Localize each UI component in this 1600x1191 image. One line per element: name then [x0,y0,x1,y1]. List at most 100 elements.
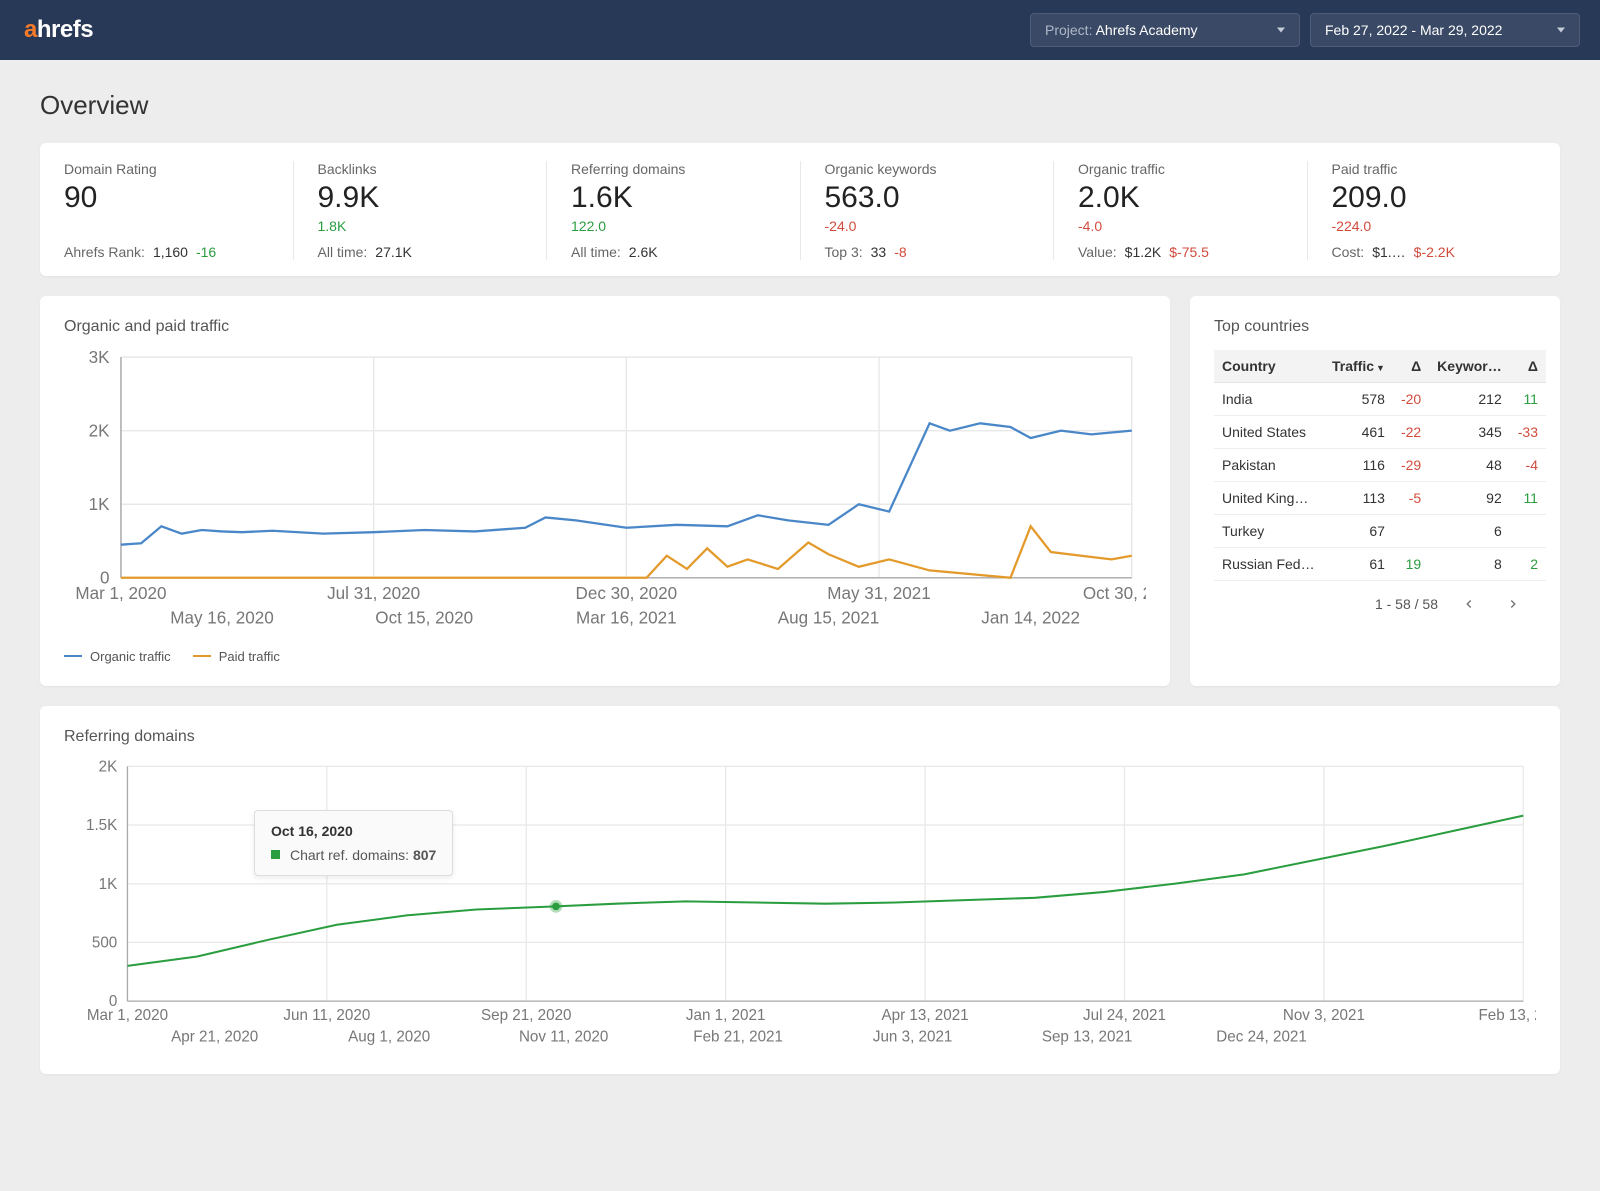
col-delta2[interactable]: Δ [1510,350,1546,383]
metrics-card: Domain Rating90Ahrefs Rank:1,160-16Backl… [40,143,1560,276]
legend-organic: Organic traffic [64,649,171,664]
svg-text:1K: 1K [89,495,110,514]
countries-table: Country Traffic▼ Δ Keywor… Δ India578-20… [1214,350,1546,581]
referring-domains-title: Referring domains [64,728,1536,746]
traffic-chart-title: Organic and paid traffic [64,318,1146,336]
legend-paid: Paid traffic [193,649,280,664]
metric[interactable]: Paid traffic 209.0 -224.0 Cost:$1.…$-2.2K [1308,161,1561,260]
countries-pager: 1 - 58 / 58 [1214,581,1536,617]
table-row[interactable]: India578-2021211 [1214,383,1546,416]
metric-label: Referring domains [571,161,776,177]
table-row[interactable]: Turkey676 [1214,515,1546,548]
app-header: ahrefs Project: Ahrefs Academy Feb 27, 2… [0,0,1600,60]
table-row[interactable]: Pakistan116-2948-4 [1214,449,1546,482]
svg-text:May 16, 2020: May 16, 2020 [170,608,274,627]
tooltip-dot-icon [271,850,280,859]
svg-text:Sep 13, 2021: Sep 13, 2021 [1042,1028,1133,1045]
svg-text:Feb 21, 2021: Feb 21, 2021 [693,1028,783,1045]
page-title: Overview [40,90,1560,121]
svg-text:500: 500 [92,934,117,951]
project-label: Project: [1045,22,1096,38]
metric-change: 122.0 [571,218,776,234]
metric-value: 209.0 [1332,181,1537,214]
metric[interactable]: Organic traffic2.0K-4.0Value:$1.2K$-75.5 [1054,161,1308,260]
svg-text:1.5K: 1.5K [86,817,117,834]
svg-text:Jul 24, 2021: Jul 24, 2021 [1083,1007,1166,1024]
pager-prev-button[interactable] [1456,591,1482,617]
metric-change: 1.8K [318,218,523,234]
col-delta1[interactable]: Δ [1393,350,1429,383]
svg-text:Jan 14, 2022: Jan 14, 2022 [981,608,1080,627]
svg-text:3K: 3K [89,350,110,367]
svg-text:Dec 24, 2021: Dec 24, 2021 [1216,1028,1307,1045]
col-traffic[interactable]: Traffic▼ [1324,350,1393,383]
svg-text:Mar 16, 2021: Mar 16, 2021 [576,608,677,627]
traffic-chart[interactable]: 01K2K3KMar 1, 2020Jul 31, 2020Dec 30, 20… [64,350,1146,635]
metric-value: 9.9K [318,181,523,214]
legend-swatch-paid [193,655,211,657]
chart-tooltip: Oct 16, 2020 Chart ref. domains: 807 [254,810,453,876]
metric[interactable]: Backlinks 9.9K 1.8K All time:27.1K [294,161,548,260]
date-range-selector[interactable]: Feb 27, 2022 - Mar 29, 2022 [1310,13,1580,47]
svg-text:Aug 1, 2020: Aug 1, 2020 [348,1028,430,1045]
svg-text:Jan 1, 2021: Jan 1, 2021 [686,1007,766,1024]
metric-sub: Ahrefs Rank:1,160-16 [64,244,269,260]
metric-value: 2.0K [1078,181,1283,214]
svg-text:2K: 2K [99,760,118,775]
svg-text:Sep 21, 2020: Sep 21, 2020 [481,1007,572,1024]
svg-text:Mar 1, 2020: Mar 1, 2020 [75,584,166,603]
svg-text:Nov 3, 2021: Nov 3, 2021 [1283,1007,1365,1024]
metric-change: -24.0 [825,218,1030,234]
traffic-legend: Organic traffic Paid traffic [64,649,1146,664]
metric-value: 563.0 [825,181,1030,214]
table-row[interactable]: Russian Federa…611982 [1214,548,1546,581]
metric-change: -4.0 [1078,218,1283,234]
metric-label: Organic traffic [1078,161,1283,177]
sort-caret-icon: ▼ [1376,363,1385,373]
pager-next-button[interactable] [1500,591,1526,617]
svg-text:Apr 13, 2021: Apr 13, 2021 [882,1007,969,1024]
svg-text:Aug 15, 2021: Aug 15, 2021 [778,608,880,627]
project-value: Ahrefs Academy [1096,22,1198,38]
metric-label: Paid traffic [1332,161,1537,177]
referring-domains-chart[interactable]: 05001K1.5K2KMar 1, 2020Jun 11, 2020Sep 2… [64,760,1536,1052]
metric-label: Organic keywords [825,161,1030,177]
svg-text:Oct 30, 2021: Oct 30, 2021 [1083,584,1146,603]
ahrefs-logo: ahrefs [24,16,93,44]
top-countries-card: Top countries Country Traffic▼ Δ Keywor…… [1190,296,1560,686]
svg-text:Jun 11, 2020: Jun 11, 2020 [283,1007,370,1024]
metric-change: -224.0 [1332,218,1537,234]
date-range-value: Feb 27, 2022 - Mar 29, 2022 [1325,22,1502,38]
tooltip-date: Oct 16, 2020 [271,823,436,839]
col-country[interactable]: Country [1214,350,1324,383]
metric-value: 90 [64,181,269,214]
svg-text:Oct 15, 2020: Oct 15, 2020 [375,608,473,627]
svg-text:2K: 2K [89,421,110,440]
svg-text:May 31, 2021: May 31, 2021 [827,584,931,603]
metric-label: Backlinks [318,161,523,177]
metric[interactable]: Referring domains 1.6K 122.0 All time:2.6K [547,161,801,260]
traffic-chart-card: Organic and paid traffic 01K2K3KMar 1, 2… [40,296,1170,686]
svg-text:Jul 31, 2020: Jul 31, 2020 [327,584,420,603]
pager-text: 1 - 58 / 58 [1375,596,1438,612]
metric-sub: All time:2.6K [571,244,776,260]
metric-sub: Cost:$1.…$-2.2K [1332,244,1537,260]
table-row[interactable]: United States461-22345-33 [1214,416,1546,449]
project-selector[interactable]: Project: Ahrefs Academy [1030,13,1300,47]
svg-text:Jun 3, 2021: Jun 3, 2021 [873,1028,953,1045]
chevron-right-icon [1506,597,1520,611]
svg-text:Apr 21, 2020: Apr 21, 2020 [171,1028,258,1045]
metric-value: 1.6K [571,181,776,214]
chevron-left-icon [1462,597,1476,611]
logo-accent: a [24,16,37,43]
metric[interactable]: Domain Rating90Ahrefs Rank:1,160-16 [40,161,294,260]
logo-text: hrefs [37,16,93,43]
metric-sub: All time:27.1K [318,244,523,260]
metric[interactable]: Organic keywords563.0-24.0Top 3:33-8 [801,161,1055,260]
svg-text:Mar 1, 2020: Mar 1, 2020 [87,1007,168,1024]
col-keywords[interactable]: Keywor… [1429,350,1510,383]
svg-text:Nov 11, 2020: Nov 11, 2020 [519,1028,608,1045]
svg-text:Feb 13, 2022: Feb 13, 2022 [1478,1007,1536,1024]
top-countries-title: Top countries [1214,318,1536,336]
table-row[interactable]: United Kingdom113-59211 [1214,482,1546,515]
